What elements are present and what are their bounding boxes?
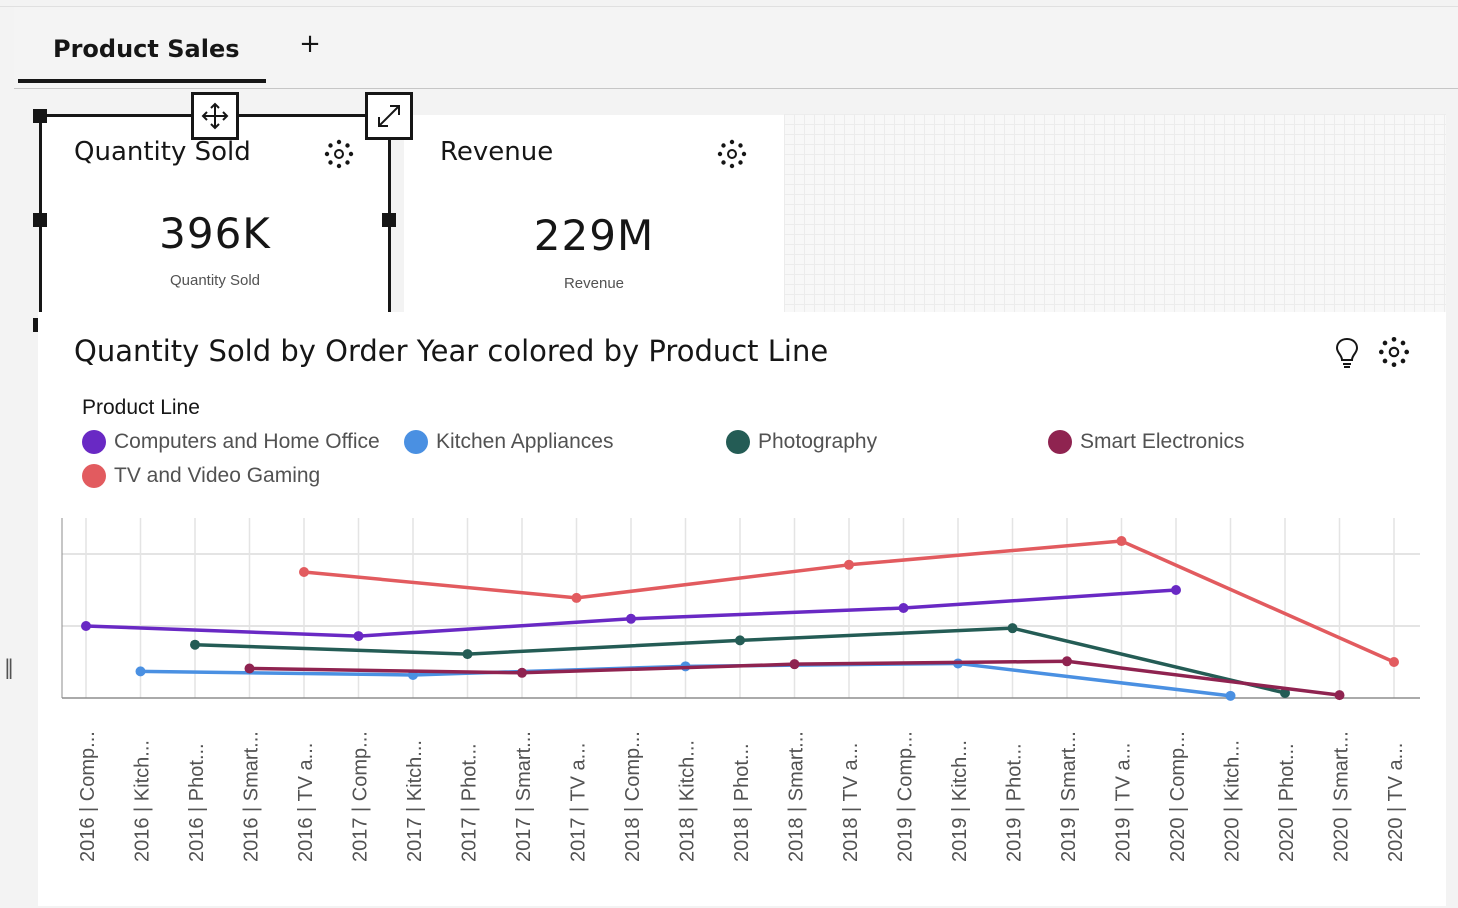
resize-handle-ml[interactable]	[33, 213, 47, 227]
line-chart: 2016 | Comp... 2016 | Kitch... 2016 | Phot…	[61, 518, 1420, 862]
data-point	[1171, 585, 1181, 595]
data-point	[571, 592, 582, 603]
x-tick-label: 2017 | Comp...	[350, 731, 372, 862]
x-tick-label: 2017 | Smart...	[513, 731, 535, 862]
data-point	[462, 649, 473, 660]
chart-widget[interactable]: Quantity Sold by Order Year colored by P…	[38, 312, 1446, 906]
panel-resize-handle[interactable]: ‖	[4, 655, 14, 679]
x-tick-label: 2016 | Comp...	[77, 731, 99, 862]
x-tick-label: 2019 | Smart...	[1058, 731, 1080, 862]
data-point	[353, 631, 364, 642]
x-tick-label: 2018 | Phot...	[731, 743, 753, 862]
kpi-subtitle: Revenue	[563, 275, 625, 292]
resize-handle-mr[interactable]	[382, 213, 396, 227]
data-point	[1062, 656, 1072, 667]
x-tick-label: 2016 | TV a...	[295, 743, 317, 862]
x-tick-label: 2018 | TV a...	[840, 743, 862, 862]
x-tick-label: 2017 | Kitch...	[404, 740, 426, 862]
x-tick-label: 2020 | Smart...	[1331, 731, 1353, 862]
x-tick-label: 2020 | Phot...	[1276, 743, 1298, 862]
settings-icon[interactable]	[322, 137, 356, 171]
x-tick-label: 2016 | Smart...	[241, 731, 263, 862]
kpi-title: Quantity Sold	[74, 137, 251, 167]
x-tick-label: 2016 | Phot...	[186, 743, 208, 862]
x-tick-label: 2019 | Kitch...	[949, 740, 971, 862]
data-point	[844, 559, 854, 570]
x-tick-label: 2018 | Smart...	[786, 731, 808, 862]
move-icon	[201, 102, 229, 130]
data-point	[898, 603, 909, 613]
tab-bar: Product Sales +	[14, 7, 1458, 89]
x-tick-label: 2019 | TV a...	[1113, 743, 1135, 862]
data-point	[1334, 690, 1345, 701]
data-point	[135, 666, 146, 677]
kpi-value: 229M	[533, 211, 655, 260]
x-tick-label: 2018 | Kitch...	[677, 740, 699, 862]
data-point	[789, 659, 800, 670]
data-point	[244, 663, 255, 674]
move-button[interactable]	[191, 92, 239, 140]
x-tick-label: 2020 | Comp...	[1167, 731, 1189, 862]
expand-button[interactable]	[365, 92, 413, 140]
x-tick-label: 2018 | Comp...	[622, 731, 644, 862]
data-point	[81, 621, 91, 631]
x-tick-label: 2017 | TV a...	[568, 743, 590, 862]
data-point	[299, 567, 309, 577]
data-point	[190, 639, 200, 650]
x-tick-label: 2016 | Kitch...	[132, 740, 154, 862]
data-point	[735, 635, 745, 646]
expand-icon	[378, 105, 400, 127]
kpi-title: Revenue	[440, 137, 554, 167]
x-tick-label: 2019 | Comp...	[895, 731, 917, 862]
kpi-subtitle: Quantity Sold	[169, 272, 261, 289]
kpi-revenue[interactable]: Revenue 229M Revenue	[404, 115, 784, 312]
x-tick-label: 2020 | Kitch...	[1222, 740, 1244, 862]
settings-icon[interactable]	[715, 137, 749, 171]
empty-grid-area	[784, 114, 1446, 312]
resize-handle-tl[interactable]	[33, 109, 47, 123]
x-tick-label: 2017 | Phot...	[459, 743, 481, 862]
data-point	[1389, 657, 1399, 667]
x-tick-label: 2020 | TV a...	[1385, 743, 1407, 862]
kpi-value: 396K	[159, 209, 271, 258]
data-point	[1007, 623, 1018, 634]
data-point	[517, 667, 527, 678]
data-point	[1116, 536, 1127, 547]
tab-product-sales[interactable]: Product Sales	[18, 25, 266, 83]
kpi-quantity-sold[interactable]: Quantity Sold 396K Quantity Sold	[40, 115, 390, 325]
add-tab-button[interactable]: +	[298, 29, 322, 59]
x-tick-label: 2019 | Phot...	[1004, 743, 1026, 862]
data-point	[626, 613, 636, 624]
tab-label: Product Sales	[53, 35, 240, 63]
data-point	[1225, 690, 1236, 701]
